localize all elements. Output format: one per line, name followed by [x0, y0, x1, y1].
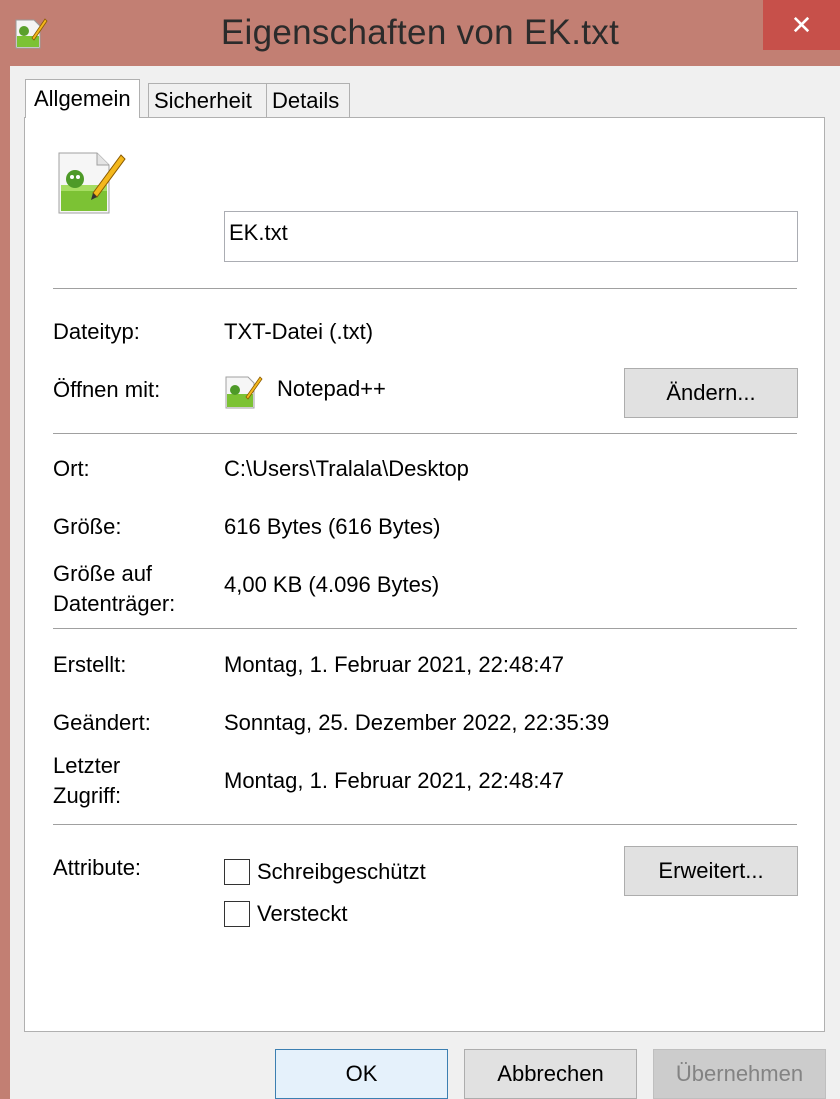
- size-value: 616 Bytes (616 Bytes): [224, 514, 441, 539]
- tab-sicherheit[interactable]: Sicherheit: [148, 83, 267, 117]
- accessed-label-line2: Zugriff:: [53, 783, 122, 808]
- tab-details[interactable]: Details: [266, 83, 350, 117]
- ok-button[interactable]: OK: [275, 1049, 448, 1099]
- cancel-button[interactable]: Abbrechen: [464, 1049, 637, 1099]
- close-button[interactable]: ✕: [763, 0, 840, 50]
- tab-allgemein[interactable]: Allgemein: [25, 79, 140, 118]
- change-button[interactable]: Ändern...: [624, 368, 798, 418]
- modified-label: Geändert:: [53, 710, 151, 735]
- hidden-checkbox[interactable]: [224, 901, 250, 927]
- separator: [53, 288, 797, 289]
- separator: [53, 824, 797, 825]
- apply-button[interactable]: Übernehmen: [653, 1049, 826, 1099]
- separator: [53, 433, 797, 434]
- title-bar: Eigenschaften von EK.txt ✕: [0, 0, 840, 66]
- size-label: Größe:: [53, 514, 122, 539]
- separator: [53, 628, 797, 629]
- location-value: C:\Users\Tralala\Desktop: [224, 456, 469, 481]
- location-label: Ort:: [53, 456, 90, 481]
- type-value: TXT-Datei (.txt): [224, 319, 374, 344]
- type-label: Dateityp:: [53, 319, 140, 344]
- dialog-body: Allgemein Sicherheit Details EK.txt Date…: [10, 66, 840, 1099]
- size-on-disk-label-line2: Datenträger:: [53, 591, 176, 616]
- open-with-value: Notepad++: [277, 376, 386, 401]
- readonly-checkbox[interactable]: [224, 859, 250, 885]
- readonly-label[interactable]: Schreibgeschützt: [257, 859, 426, 885]
- general-tab-panel: EK.txt Dateityp: TXT-Datei (.txt) Öffnen…: [24, 117, 825, 1032]
- modified-value: Sonntag, 25. Dezember 2022, 22:35:39: [224, 710, 610, 735]
- size-on-disk-value: 4,00 KB (4.096 Bytes): [224, 572, 440, 597]
- size-on-disk-label-line1: Größe auf: [53, 561, 153, 586]
- attributes-label: Attribute:: [53, 855, 142, 880]
- created-label: Erstellt:: [53, 652, 127, 677]
- file-name-field[interactable]: EK.txt: [224, 211, 798, 262]
- accessed-value: Montag, 1. Februar 2021, 22:48:47: [224, 768, 565, 793]
- accessed-label-line1: Letzter: [53, 753, 121, 778]
- window-title: Eigenschaften von EK.txt: [220, 13, 620, 52]
- file-type-icon: [58, 152, 126, 214]
- advanced-button[interactable]: Erweitert...: [624, 846, 798, 896]
- hidden-label[interactable]: Versteckt: [257, 901, 347, 927]
- open-with-label: Öffnen mit:: [53, 377, 161, 402]
- created-value: Montag, 1. Februar 2021, 22:48:47: [224, 652, 565, 677]
- notepad-plus-plus-icon: [225, 376, 263, 409]
